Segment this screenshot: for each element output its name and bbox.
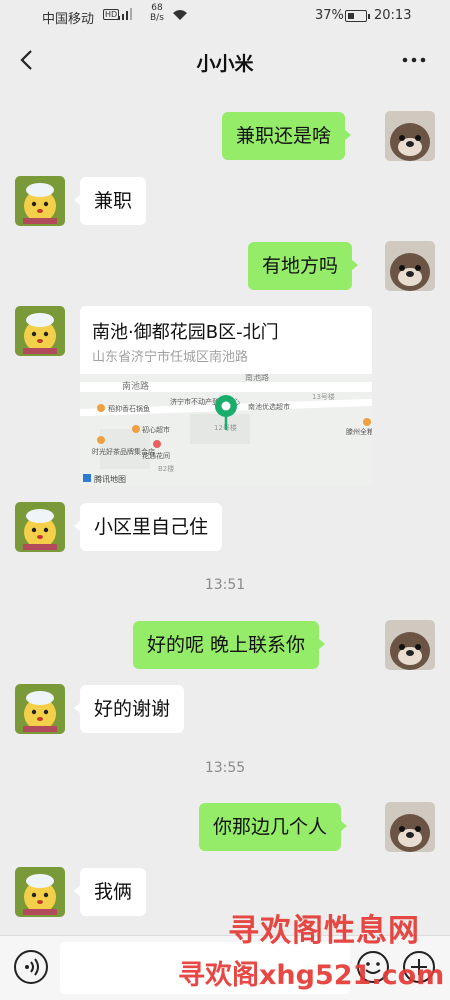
map-poi-market: 南池优选超市 bbox=[248, 402, 290, 411]
map-poi-teng: 滕州全粮 bbox=[346, 427, 372, 436]
location-message-card[interactable]: 南池·御都花园B区-北门 山东省济宁市任城区南池路 南池路 南池路 13号楼 稻… bbox=[80, 306, 372, 486]
message-bubble-out[interactable]: 好的呢 晚上联系你 bbox=[133, 621, 326, 669]
watermark-line1: 寻欢阁性息网 bbox=[228, 913, 420, 949]
more-options-icon[interactable] bbox=[400, 46, 428, 74]
map-provider: 腾讯地图 bbox=[94, 474, 126, 484]
contact-avatar-kirby[interactable] bbox=[15, 306, 65, 356]
voice-input-button[interactable] bbox=[14, 950, 48, 984]
speed-value: 68 bbox=[151, 3, 163, 13]
contact-avatar-kirby[interactable] bbox=[15, 867, 65, 917]
watermark-line2: 寻欢阁xhg521.com bbox=[178, 960, 445, 991]
message-bubble-out[interactable]: 你那边几个人 bbox=[199, 803, 348, 851]
message-bubble-in[interactable]: 好的谢谢 bbox=[73, 685, 185, 733]
map-road-label: 南池路 bbox=[122, 380, 149, 392]
wifi-icon bbox=[173, 10, 187, 20]
message-bubble-out[interactable]: 兼职还是啥 bbox=[222, 112, 352, 160]
my-avatar-otter[interactable] bbox=[385, 620, 435, 670]
message-bubble-in[interactable]: 兼职 bbox=[73, 177, 147, 225]
chat-header: 小小米 bbox=[0, 32, 450, 88]
my-avatar-otter[interactable] bbox=[385, 802, 435, 852]
message-bubble-in[interactable]: 小区里自己住 bbox=[73, 503, 223, 551]
message-timestamp: 13:55 bbox=[204, 760, 246, 776]
message-timestamp: 13:51 bbox=[204, 577, 246, 593]
my-avatar-otter[interactable] bbox=[385, 241, 435, 291]
location-map-preview[interactable]: 南池路 南池路 13号楼 稻抑香石锅鱼 济宁市不动产登记中心 南池优选超市 初心… bbox=[80, 372, 372, 486]
contact-avatar-kirby[interactable] bbox=[15, 684, 65, 734]
signal-icon bbox=[118, 8, 132, 20]
map-road-label-2: 南池路 bbox=[245, 374, 269, 382]
speed-unit: B/s bbox=[150, 13, 164, 23]
carrier-label: 中国移动 bbox=[42, 12, 95, 27]
contact-avatar-kirby[interactable] bbox=[15, 502, 65, 552]
network-speed: 68 B/s bbox=[150, 3, 164, 23]
voice-icon bbox=[25, 958, 39, 976]
map-building-13: 13号楼 bbox=[312, 392, 335, 401]
message-bubble-in[interactable]: 我俩 bbox=[73, 868, 147, 916]
tencent-map-logo bbox=[83, 474, 91, 482]
chat-title: 小小米 bbox=[196, 53, 254, 75]
location-address: 山东省济宁市任城区南池路 bbox=[92, 350, 249, 365]
status-bar: 中国移动 HD 68 B/s 37% 20:13 bbox=[0, 0, 450, 32]
message-bubble-out[interactable]: 有地方吗 bbox=[248, 242, 359, 290]
location-name: 南池·御都花园B区-北门 bbox=[92, 322, 279, 343]
battery-icon bbox=[345, 10, 370, 22]
battery-percent: 37% bbox=[315, 8, 344, 23]
map-building-b2: B2楼 bbox=[158, 464, 174, 473]
hd-badge: HD bbox=[103, 9, 120, 20]
map-poi-flower: 花遇花间 bbox=[142, 451, 170, 460]
my-avatar-otter[interactable] bbox=[385, 111, 435, 161]
map-image: 南池路 南池路 13号楼 稻抑香石锅鱼 济宁市不动产登记中心 南池优选超市 初心… bbox=[80, 372, 372, 486]
map-poi-chuxin: 初心超市 bbox=[142, 425, 170, 434]
map-poi-fish: 稻抑香石锅鱼 bbox=[108, 404, 150, 413]
status-time: 20:13 bbox=[374, 8, 412, 23]
contact-avatar-kirby[interactable] bbox=[15, 176, 65, 226]
